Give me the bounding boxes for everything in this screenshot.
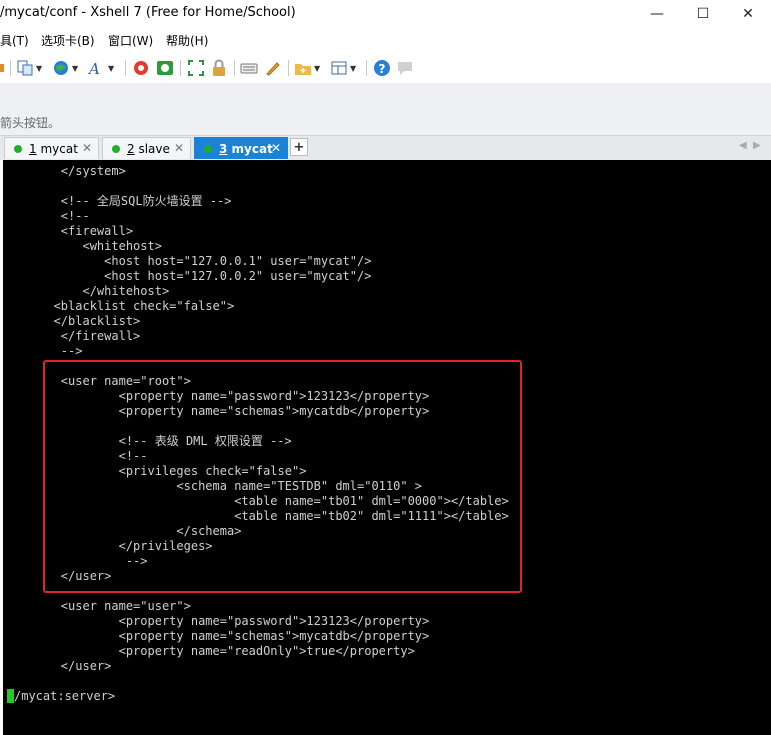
- terminal-line: <table name="tb02" dml="1111"></table>: [3, 509, 509, 523]
- toolbar-separator: [366, 60, 367, 76]
- terminal-line: <!--: [3, 209, 90, 223]
- toolbar-separator: [288, 60, 289, 76]
- terminal-line: <schema name="TESTDB" dml="0110" >: [3, 479, 423, 493]
- tab-close-icon[interactable]: ✕: [271, 141, 281, 155]
- terminal-line: <table name="tb01" dml="0000"></table>: [3, 494, 509, 508]
- tab-label: 2 slave: [127, 141, 170, 156]
- tab-label: 3 mycat: [219, 141, 273, 156]
- prompt-text: /mycat:server>: [14, 689, 116, 703]
- terminal[interactable]: </system> <!-- 全局SQL防火墙设置 --> <!-- <fire…: [3, 160, 771, 735]
- new-folder-icon[interactable]: ▼: [294, 58, 320, 78]
- hint-text: 箭头按钮。: [0, 116, 61, 130]
- menu-bar: 具(T) 选项卡(B) 窗口(W) 帮助(H): [0, 27, 771, 53]
- toolbar-separator: [125, 60, 126, 76]
- terminal-line: </blacklist>: [3, 314, 141, 328]
- terminal-line: </privileges>: [3, 539, 213, 553]
- terminal-line: </user>: [3, 569, 112, 583]
- terminal-line: -->: [3, 554, 148, 568]
- terminal-line: <privileges check="false">: [3, 464, 307, 478]
- pen-icon[interactable]: [264, 58, 282, 78]
- menu-help[interactable]: 帮助(H): [166, 32, 208, 49]
- keyboard-icon[interactable]: [240, 58, 258, 78]
- terminal-line: <!-- 全局SQL防火墙设置 -->: [3, 194, 232, 208]
- terminal-line: <property name="password">123123</proper…: [3, 389, 430, 403]
- terminal-line: <property name="schemas">mycatdb</proper…: [3, 404, 430, 418]
- fullscreen-icon[interactable]: [187, 58, 205, 78]
- globe-icon[interactable]: ▼: [52, 58, 78, 78]
- menu-window[interactable]: 窗口(W): [108, 32, 153, 49]
- toolbar-separator: [234, 60, 235, 76]
- tab-1-mycat[interactable]: 1 mycat ✕: [4, 137, 99, 159]
- tab-2-slave[interactable]: 2 slave ✕: [102, 137, 191, 159]
- terminal-line: </system>: [3, 164, 126, 178]
- tab-scroll-right-icon[interactable]: ▶: [753, 140, 761, 151]
- terminal-line: <whitehost>: [3, 239, 162, 253]
- terminal-line: -->: [3, 344, 83, 358]
- terminal-line: <!-- 表级 DML 权限设置 -->: [3, 434, 292, 448]
- tab-close-icon[interactable]: ✕: [174, 141, 184, 155]
- session-status-icon: [14, 144, 22, 153]
- chat-icon[interactable]: [396, 58, 414, 78]
- window-title: /mycat/conf - Xshell 7 (Free for Home/Sc…: [0, 5, 296, 20]
- title-bar: /mycat/conf - Xshell 7 (Free for Home/Sc…: [0, 0, 771, 27]
- terminal-line: <blacklist check="false">: [3, 299, 235, 313]
- session-status-icon: [204, 144, 212, 153]
- font-icon[interactable]: A ▼: [88, 58, 114, 78]
- tab-close-icon[interactable]: ✕: [82, 141, 92, 155]
- terminal-line: <property name="schemas">mycatdb</proper…: [3, 629, 430, 643]
- terminal-line: <user name="user">: [3, 599, 191, 613]
- terminal-line: <user name="root">: [3, 374, 191, 388]
- layout-icon[interactable]: ▼: [330, 58, 356, 78]
- terminal-line: </schema>: [3, 524, 242, 538]
- hint-bar: 箭头按钮。: [0, 108, 771, 135]
- lock-icon[interactable]: [210, 58, 228, 78]
- terminal-line: </firewall>: [3, 329, 141, 343]
- terminal-line: <property name="readOnly">true</property…: [3, 644, 415, 658]
- terminal-line: <property name="password">123123</proper…: [3, 614, 430, 628]
- terminal-line: </user>: [3, 659, 112, 673]
- xftp-icon[interactable]: [132, 58, 150, 78]
- tab-bar: 1 mycat ✕ 2 slave ✕ 3 mycat ✕ + ◀ ▶: [0, 135, 771, 160]
- session-status-icon: [112, 144, 120, 153]
- terminal-line: /mycat:server>: [3, 689, 115, 704]
- terminal-line: <!--: [3, 449, 148, 463]
- xshell-green-icon[interactable]: [156, 58, 174, 78]
- tab-3-mycat[interactable]: 3 mycat ✕: [194, 137, 288, 159]
- edge-tool-icon[interactable]: [0, 58, 6, 78]
- svg-text:A: A: [88, 60, 100, 77]
- close-button[interactable]: ✕: [725, 0, 771, 27]
- terminal-line: <firewall>: [3, 224, 134, 238]
- toolbar-separator: [10, 60, 11, 76]
- toolbar-separator: [180, 60, 181, 76]
- help-icon[interactable]: ?: [373, 58, 391, 78]
- menu-tools[interactable]: 具(T): [0, 32, 29, 49]
- svg-text:?: ?: [379, 62, 386, 76]
- toolbar: ▼ ▼ A ▼ ▼ ▼ ?: [0, 53, 771, 83]
- add-tab-button[interactable]: +: [290, 138, 308, 156]
- minimize-button[interactable]: —: [634, 0, 680, 27]
- terminal-line: </whitehost>: [3, 284, 170, 298]
- maximize-button[interactable]: ☐: [680, 0, 726, 27]
- terminal-cursor: [7, 689, 14, 703]
- transfer-icon[interactable]: ▼: [16, 58, 42, 78]
- address-bar-area: [0, 83, 771, 108]
- tab-label: 1 mycat: [29, 141, 78, 156]
- menu-tabs[interactable]: 选项卡(B): [41, 32, 95, 49]
- tab-scroll-left-icon[interactable]: ◀: [739, 140, 747, 151]
- terminal-line: <host host="127.0.0.2" user="mycat"/>: [3, 269, 372, 283]
- terminal-line: <host host="127.0.0.1" user="mycat"/>: [3, 254, 372, 268]
